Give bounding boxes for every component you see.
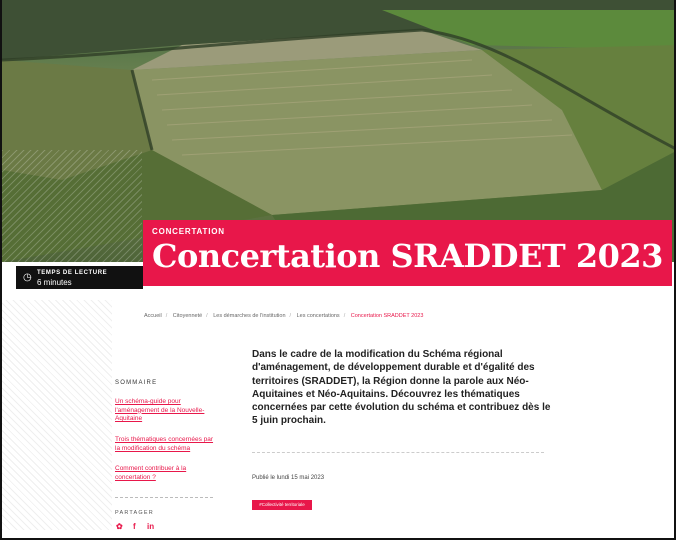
- linkedin-icon[interactable]: in: [147, 522, 154, 531]
- sidebar-divider: [115, 497, 213, 498]
- breadcrumb: Accueil / Citoyenneté / Les démarches de l…: [144, 313, 424, 319]
- breadcrumb-demarches[interactable]: Les démarches de l'institution: [213, 313, 285, 319]
- page-title: Concertation SRADDET 2023: [152, 237, 663, 275]
- reading-time-badge: ◷ TEMPS DE LECTURE 6 minutes: [16, 266, 143, 289]
- breadcrumb-concertations[interactable]: Les concertations: [297, 313, 340, 319]
- toc-item-contribuer[interactable]: Comment contribuer à la concertation ?: [115, 465, 215, 482]
- breadcrumb-citoyennete[interactable]: Citoyenneté: [173, 313, 202, 319]
- breadcrumb-current: Concertation SRADDET 2023: [350, 313, 424, 319]
- hatch-pattern-lower: [2, 300, 112, 530]
- tag-badge[interactable]: #Collectivité territoriale: [252, 500, 312, 510]
- content-divider: [252, 452, 544, 453]
- category-kicker: CONCERTATION: [152, 227, 225, 236]
- toc-item-thematiques[interactable]: Trois thématiques concernées par la modi…: [115, 436, 215, 453]
- reading-time-value: 6 minutes: [37, 278, 72, 287]
- clock-icon: ◷: [23, 272, 32, 283]
- publication-date: Publié le lundi 15 mai 2023: [252, 475, 325, 481]
- facebook-icon[interactable]: f: [133, 522, 136, 531]
- page-frame: CONCERTATION Concertation SRADDET 2023 ◷…: [0, 0, 676, 540]
- breadcrumb-home[interactable]: Accueil: [144, 313, 162, 319]
- title-banner: CONCERTATION Concertation SRADDET 2023: [143, 220, 672, 286]
- twitter-icon[interactable]: ✿: [116, 522, 123, 531]
- intro-text: Dans le cadre de la modification du Sché…: [252, 349, 551, 427]
- reading-time-label: TEMPS DE LECTURE: [37, 270, 108, 276]
- summary-title: SOMMAIRE: [115, 380, 158, 386]
- share-title: PARTAGER: [115, 510, 154, 516]
- toc-item-schema-guide[interactable]: Un schéma-guide pour l'aménagement de la…: [115, 398, 215, 424]
- hatch-pattern: [2, 150, 142, 270]
